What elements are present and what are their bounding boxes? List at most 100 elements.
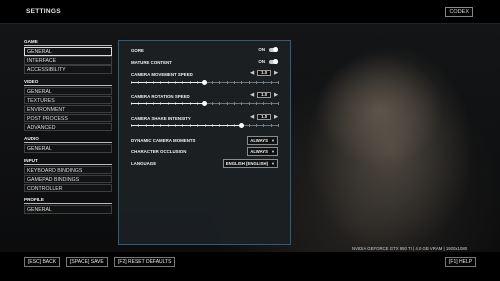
toggle-state: ON [258,47,265,52]
slider-handle[interactable] [202,80,207,85]
slider-fill [131,125,242,126]
slider-fill [131,103,205,104]
codex-badge: CODEX [445,7,473,17]
toggle-state: ON [258,59,265,64]
sidebar-item-video-general[interactable]: GENERAL [24,86,112,95]
stepper-value: 1.0 [257,114,272,120]
sidebar: GAME GENERAL INTERFACE ACCESSIBILITY VID… [24,38,112,214]
camera-movement-slider[interactable] [131,80,279,86]
slider-tick [270,124,272,127]
save-button[interactable]: [SPACE] SAVE [66,257,108,267]
reset-defaults-button[interactable]: [F2] RESET DEFAULTS [114,257,176,267]
group-label-profile: PROFILE [24,197,44,202]
setting-mature-content: MATURE CONTENT ON [131,59,278,65]
mature-content-toggle[interactable]: ON [258,59,278,64]
slider-tick [270,81,272,84]
slider-tick [263,124,265,127]
caret-right-icon[interactable]: ▶ [274,114,278,120]
sidebar-item-keyboard-bindings[interactable]: KEYBOARD BINDINGS [24,165,112,174]
stepper-value: 1.0 [257,92,272,98]
slider-tick [226,81,228,84]
sidebar-item-profile-general[interactable]: GENERAL [24,205,112,214]
slider-tick [278,81,279,84]
sidebar-group-game: GAME GENERAL INTERFACE ACCESSIBILITY [24,38,112,74]
settings-panel: GORE ON MATURE CONTENT ON CAMERA MOVEMEN… [118,40,291,245]
character-occlusion-dropdown[interactable]: ALWAYS ▼ [247,147,278,156]
top-bar: SETTINGS CODEX [0,0,500,24]
slider-tick [211,102,213,105]
caret-right-icon[interactable]: ▶ [274,92,278,98]
camera-rotation-slider[interactable] [131,101,279,107]
camera-movement-stepper[interactable]: ◀ 1.0 ▶ [250,70,278,76]
setting-camera-shake-intensity: CAMERA SHAKE INTENSITY ◀ 1.0 ▶ [131,114,278,121]
divider [24,84,112,86]
sidebar-item-game-general[interactable]: GENERAL [24,47,112,56]
camera-shake-stepper[interactable]: ◀ 1.0 ▶ [250,114,278,120]
sidebar-item-gamepad-bindings[interactable]: GAMEPAD BINDINGS [24,174,112,183]
camera-rotation-stepper[interactable]: ◀ 1.0 ▶ [250,92,278,98]
setting-character-occlusion: CHARACTER OCCLUSION ALWAYS ▼ [131,147,278,156]
language-dropdown[interactable]: ENGLISH (ENGLISH) ▼ [222,159,278,168]
setting-label: CAMERA SHAKE INTENSITY [131,116,191,121]
back-button[interactable]: [ESC] BACK [24,257,61,267]
help-button[interactable]: [F1] HELP [445,257,477,267]
caret-right-icon[interactable]: ▶ [274,70,278,76]
sidebar-group-audio: AUDIO GENERAL [24,135,112,153]
sidebar-item-textures[interactable]: TEXTURES [24,95,112,104]
group-label-video: VIDEO [24,78,39,84]
sidebar-item-post-process[interactable]: POST PROCESS [24,113,112,122]
gpu-info: NVIDIA GEFORCE GTX 950 TI | 4.0 GB VRAM … [352,246,468,251]
sidebar-item-controller[interactable]: CONTROLLER [24,183,112,192]
setting-label: CHARACTER OCCLUSION [131,149,187,154]
slider-tick [278,124,279,127]
sidebar-item-accessibility[interactable]: ACCESSIBILITY [24,65,112,74]
slider-tick [263,102,265,105]
sidebar-item-environment[interactable]: ENVIRONMENT [24,104,112,113]
gore-toggle[interactable]: ON [258,47,278,52]
setting-language: LANGUAGE ENGLISH (ENGLISH) ▼ [131,159,278,168]
slider-tick [255,102,257,105]
camera-shake-slider[interactable] [131,123,279,129]
divider [24,45,112,46]
dropdown-value: ALWAYS [250,149,269,154]
setting-camera-rotation-speed: CAMERA ROTATION SPEED ◀ 1.0 ▶ [131,92,278,99]
slider-tick [270,102,272,105]
group-label-audio: AUDIO [24,136,39,141]
setting-camera-movement-speed: CAMERA MOVEMENT SPEED ◀ 1.0 ▶ [131,70,278,77]
slider-tick [219,81,221,84]
setting-label: CAMERA ROTATION SPEED [131,94,190,99]
sidebar-item-advanced[interactable]: ADVANCED [24,122,112,131]
caret-left-icon[interactable]: ◀ [250,114,254,120]
slider-tick [255,124,257,127]
toggle-switch-icon [269,47,278,52]
chevron-down-icon: ▼ [271,138,275,143]
slider-handle[interactable] [202,101,207,106]
setting-label: DYNAMIC CAMERA MOMENTS [131,138,196,143]
sidebar-group-input: INPUT KEYBOARD BINDINGS GAMEPAD BINDINGS… [24,157,112,192]
slider-tick [278,102,279,105]
slider-tick [248,102,250,105]
sidebar-item-interface[interactable]: INTERFACE [24,56,112,65]
setting-label: CAMERA MOVEMENT SPEED [131,72,193,77]
dropdown-value: ALWAYS [250,138,269,143]
dropdown-value: ENGLISH (ENGLISH) [225,161,269,166]
dynamic-camera-dropdown[interactable]: ALWAYS ▼ [247,136,278,145]
slider-tick [255,81,257,84]
slider-tick [233,81,235,84]
caret-left-icon[interactable]: ◀ [250,70,254,76]
slider-fill [131,82,205,83]
caret-left-icon[interactable]: ◀ [250,92,254,98]
divider [24,203,112,204]
group-label-game: GAME [24,39,38,44]
chevron-down-icon: ▼ [271,149,275,154]
slider-handle[interactable] [238,123,244,128]
sidebar-item-audio-general[interactable]: GENERAL [24,144,112,153]
setting-label: LANGUAGE [131,161,157,166]
slider-tick [241,81,243,84]
slider-tick [263,81,265,84]
setting-gore: GORE ON [131,47,278,53]
slider-tick [211,81,213,84]
slider-tick [248,81,250,84]
divider [24,142,112,143]
setting-label: GORE [131,48,144,53]
